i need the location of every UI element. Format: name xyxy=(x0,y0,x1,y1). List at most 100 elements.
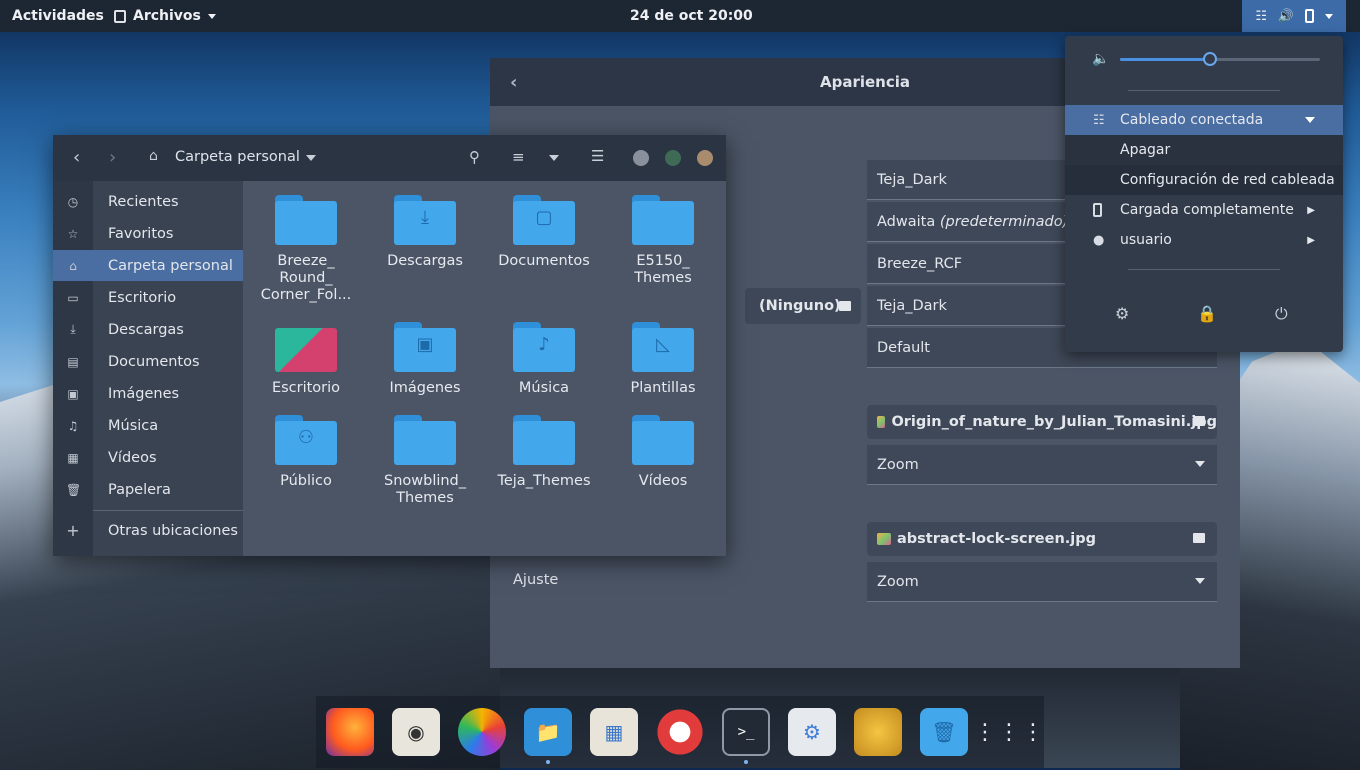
combo-value: Breeze_RCF xyxy=(877,255,963,272)
volume-slider[interactable] xyxy=(1120,52,1320,66)
sidebar-item-home[interactable]: ⌂ Carpeta personal xyxy=(53,250,243,281)
sidebar-item-label: Escritorio xyxy=(108,289,177,306)
lock-icon[interactable]: 🔒 xyxy=(1197,304,1217,323)
ajuste-label: Ajuste xyxy=(513,572,559,588)
sidebar-item-place[interactable]: ▤ Documentos xyxy=(53,346,243,377)
folder-label: Plantillas xyxy=(630,380,696,396)
wired-settings-item[interactable]: Configuración de red cableada xyxy=(1065,165,1343,195)
chevron-down-icon[interactable] xyxy=(306,155,316,161)
folder-item[interactable]: Teja_Themes xyxy=(485,415,603,490)
user-icon: ● xyxy=(1093,232,1105,248)
turn-off-item[interactable]: Apagar xyxy=(1065,135,1343,165)
power-icon[interactable]: ⏻ xyxy=(1275,304,1288,324)
speaker-app-icon[interactable]: ◉ xyxy=(392,708,440,756)
minimize-button[interactable] xyxy=(633,150,649,166)
folder-icon: ▢ xyxy=(513,195,575,245)
terminal-icon[interactable]: >_ xyxy=(722,708,770,756)
sidebar-separator xyxy=(93,510,243,511)
folder-icon xyxy=(1193,533,1205,543)
close-button[interactable] xyxy=(697,150,713,166)
genie-lamp-icon[interactable] xyxy=(854,708,902,756)
sidebar-item-place[interactable]: ⤓ Descargas xyxy=(53,314,243,345)
folder-item[interactable]: ♪ Música xyxy=(485,322,603,397)
folder-label: Corner_Fol... xyxy=(260,287,352,303)
sidebar-item-place[interactable]: 🗑 Papelera xyxy=(53,474,243,505)
combo-value: Adwaita xyxy=(877,213,936,230)
background-zoom-combo[interactable]: Zoom xyxy=(867,445,1217,485)
system-tray[interactable]: ☷ 🔊 xyxy=(1242,0,1346,32)
lock-file-button[interactable]: abstract-lock-screen.jpg xyxy=(867,522,1217,556)
menu-icon[interactable]: ☰ xyxy=(591,147,604,165)
volume-slider-knob[interactable] xyxy=(1203,52,1217,66)
forward-button[interactable]: › xyxy=(109,147,116,168)
sidebar-item-label: Música xyxy=(108,417,159,434)
software-store-icon[interactable]: ▦ xyxy=(590,708,638,756)
sidebar-item-place[interactable]: ▦ Vídeos xyxy=(53,442,243,473)
star-icon: ☆ xyxy=(67,226,79,241)
folder-label: Escritorio xyxy=(271,380,341,396)
folder-label: Snowblind_ xyxy=(383,473,467,489)
folder-item[interactable]: ▣ Imágenes xyxy=(366,322,484,397)
sidebar-item-place[interactable]: ☆ Favoritos xyxy=(53,218,243,249)
sidebar-item-place[interactable]: ▭ Escritorio xyxy=(53,282,243,313)
back-button[interactable]: ‹ xyxy=(510,72,517,93)
volume-slider-fill xyxy=(1120,58,1210,61)
settings-gear-icon[interactable]: ⚙ xyxy=(1115,304,1129,323)
clock[interactable]: 24 de oct 20:00 xyxy=(630,8,753,24)
back-button[interactable]: ‹ xyxy=(73,147,80,168)
show-apps-grid-icon[interactable]: ⋮⋮⋮ xyxy=(974,708,1044,756)
folder-item[interactable]: ◺ Plantillas xyxy=(604,322,722,397)
sidebar-item-place[interactable]: ♫ Música xyxy=(53,410,243,441)
trash-folder-icon[interactable]: 🗑 xyxy=(920,708,968,756)
folder-item[interactable]: ⤓ Descargas xyxy=(366,195,484,270)
running-indicator xyxy=(744,760,748,764)
folder-label: Themes xyxy=(396,490,454,506)
folder-item[interactable]: ⚇ Público xyxy=(247,415,365,490)
wired-connection-item[interactable]: ☷ Cableado conectada xyxy=(1065,105,1343,135)
lock-zoom-combo[interactable]: Zoom xyxy=(867,562,1217,602)
files-headerbar: ‹ › ⌂ Carpeta personal ⚲ ≡ ☰ xyxy=(53,135,726,181)
folder-item[interactable]: Escritorio xyxy=(247,322,365,397)
maximize-button[interactable] xyxy=(665,150,681,166)
desktop-icon: ▭ xyxy=(67,290,79,305)
activities-button[interactable]: Actividades xyxy=(12,8,104,24)
folder-label: Vídeos xyxy=(638,473,688,489)
document-icon: ▤ xyxy=(67,354,79,369)
image-thumb-icon xyxy=(877,416,886,428)
background-file-button[interactable]: Origin_of_nature_by_Julian_Tomasini.jpg xyxy=(867,405,1217,439)
button-label: (Ninguno) xyxy=(759,298,841,314)
search-icon[interactable]: ⚲ xyxy=(469,148,480,166)
view-list-icon[interactable]: ≡ xyxy=(512,148,525,166)
app-menu-label: Archivos xyxy=(133,8,201,24)
folder-item[interactable]: Snowblind_ Themes xyxy=(366,415,484,507)
files-dock-icon[interactable]: 📁 xyxy=(524,708,572,756)
combo-value: Teja_Dark xyxy=(877,297,947,314)
folder-label: Música xyxy=(518,380,570,396)
running-indicator xyxy=(546,760,550,764)
sidebar-item-place[interactable]: ▣ Imágenes xyxy=(53,378,243,409)
folder-icon xyxy=(1193,416,1205,426)
app-menu-button[interactable]: Archivos xyxy=(114,8,216,24)
folder-item[interactable]: Breeze_ Round_ Corner_Fol... xyxy=(247,195,365,304)
sidebar-item-other-locations[interactable]: + Otras ubicaciones xyxy=(53,515,243,546)
folder-item[interactable]: Vídeos xyxy=(604,415,722,490)
folder-item[interactable]: E5150_ Themes xyxy=(604,195,722,287)
sidebar-item-label: Documentos xyxy=(108,353,200,370)
user-item[interactable]: ● usuario ▶ xyxy=(1065,225,1343,255)
folder-item[interactable]: ▢ Documentos xyxy=(485,195,603,270)
folder-icon: ▣ xyxy=(394,322,456,372)
color-wheel-app-icon[interactable] xyxy=(458,708,506,756)
battery-item[interactable]: Cargada completamente ▶ xyxy=(1065,195,1343,225)
location-label[interactable]: Carpeta personal xyxy=(175,149,300,165)
sidebar-item-label: Vídeos xyxy=(108,449,157,466)
tweaks-icon[interactable]: ⚙ xyxy=(788,708,836,756)
shell-file-button[interactable]: (Ninguno) xyxy=(745,288,861,324)
sidebar-item-place[interactable]: ◷ Recientes xyxy=(53,186,243,217)
sidebar-item-label: Carpeta personal xyxy=(108,257,233,274)
help-lifebuoy-icon[interactable] xyxy=(656,708,704,756)
firefox-icon[interactable] xyxy=(326,708,374,756)
default-suffix: (predeterminado) xyxy=(939,213,1069,230)
chevron-down-icon[interactable] xyxy=(549,155,559,161)
folder-label: Documentos xyxy=(498,253,590,269)
files-window: ‹ › ⌂ Carpeta personal ⚲ ≡ ☰ ◷ Recientes ☆… xyxy=(53,135,726,556)
